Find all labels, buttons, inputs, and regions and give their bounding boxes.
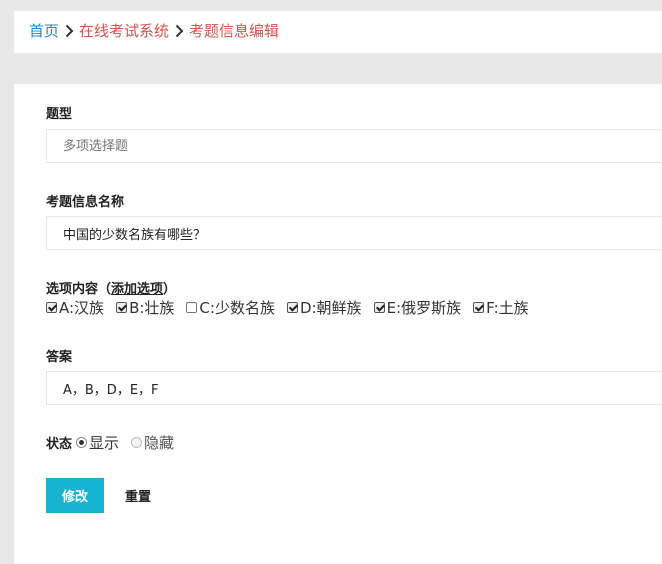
options-label: 选项内容（添加选项） bbox=[46, 278, 176, 297]
option-c-checkbox[interactable] bbox=[186, 302, 198, 313]
option-b-label: B:壮族 bbox=[129, 299, 175, 317]
add-option-link[interactable]: 添加选项 bbox=[111, 282, 163, 297]
chevron-right-icon bbox=[59, 24, 79, 38]
options-list: A:汉族 B:壮族 C:少数名族 D:朝鲜族 E:俄罗斯族 F:土族 bbox=[46, 297, 541, 318]
edit-form-panel: 题型 考题信息名称 选项内容（添加选项） A:汉族 B:壮族 C:少数名族 D:… bbox=[14, 84, 662, 564]
option-b[interactable]: B:壮族 bbox=[116, 297, 174, 318]
option-d[interactable]: D:朝鲜族 bbox=[286, 297, 362, 318]
option-e[interactable]: E:俄罗斯族 bbox=[373, 297, 462, 318]
status-hide-radio[interactable] bbox=[131, 437, 143, 448]
question-name-input[interactable] bbox=[46, 216, 662, 250]
status-hide-label: 隐藏 bbox=[144, 434, 175, 452]
status-show-label: 显示 bbox=[89, 434, 120, 452]
status-show-option[interactable]: 显示 bbox=[76, 432, 119, 453]
breadcrumb-home-link[interactable]: 首页 bbox=[29, 20, 59, 42]
option-c-label: C:少数名族 bbox=[199, 299, 275, 317]
answer-label: 答案 bbox=[46, 350, 73, 365]
breadcrumb-current: 考题信息编辑 bbox=[189, 22, 280, 40]
option-c[interactable]: C:少数名族 bbox=[186, 297, 275, 318]
option-a-label: A:汉族 bbox=[59, 299, 105, 317]
chevron-right-icon bbox=[169, 24, 189, 38]
option-b-checkbox[interactable] bbox=[116, 302, 128, 313]
question-type-field[interactable] bbox=[46, 129, 662, 163]
status-hide-option[interactable]: 隐藏 bbox=[131, 432, 174, 453]
option-f-checkbox[interactable] bbox=[473, 302, 485, 313]
question-name-label: 考题信息名称 bbox=[46, 195, 125, 210]
option-e-checkbox[interactable] bbox=[373, 302, 385, 313]
submit-button[interactable]: 修改 bbox=[46, 478, 104, 513]
status-row: 状态 显示 隐藏 bbox=[46, 432, 186, 453]
option-a-checkbox[interactable] bbox=[46, 302, 57, 313]
breadcrumb-section-link[interactable]: 在线考试系统 bbox=[79, 20, 169, 42]
status-label: 状态 bbox=[46, 437, 73, 452]
status-show-radio[interactable] bbox=[76, 437, 88, 448]
option-e-label: E:俄罗斯族 bbox=[386, 299, 462, 317]
option-d-label: D:朝鲜族 bbox=[299, 299, 362, 317]
breadcrumb: 首页 在线考试系统 考题信息编辑 bbox=[29, 20, 279, 42]
answer-input[interactable] bbox=[46, 371, 662, 405]
option-f[interactable]: F:土族 bbox=[473, 297, 529, 318]
option-a[interactable]: A:汉族 bbox=[46, 297, 104, 318]
breadcrumb-bar: 首页 在线考试系统 考题信息编辑 bbox=[14, 11, 662, 53]
question-type-label: 题型 bbox=[46, 107, 73, 122]
option-f-label: F:土族 bbox=[486, 299, 529, 317]
reset-button[interactable]: 重置 bbox=[114, 478, 162, 513]
options-label-text: 选项内容 bbox=[46, 282, 99, 297]
add-option-bracket-open: （ bbox=[98, 282, 112, 297]
add-option-bracket-close: ） bbox=[163, 282, 177, 297]
option-d-checkbox[interactable] bbox=[286, 302, 298, 313]
